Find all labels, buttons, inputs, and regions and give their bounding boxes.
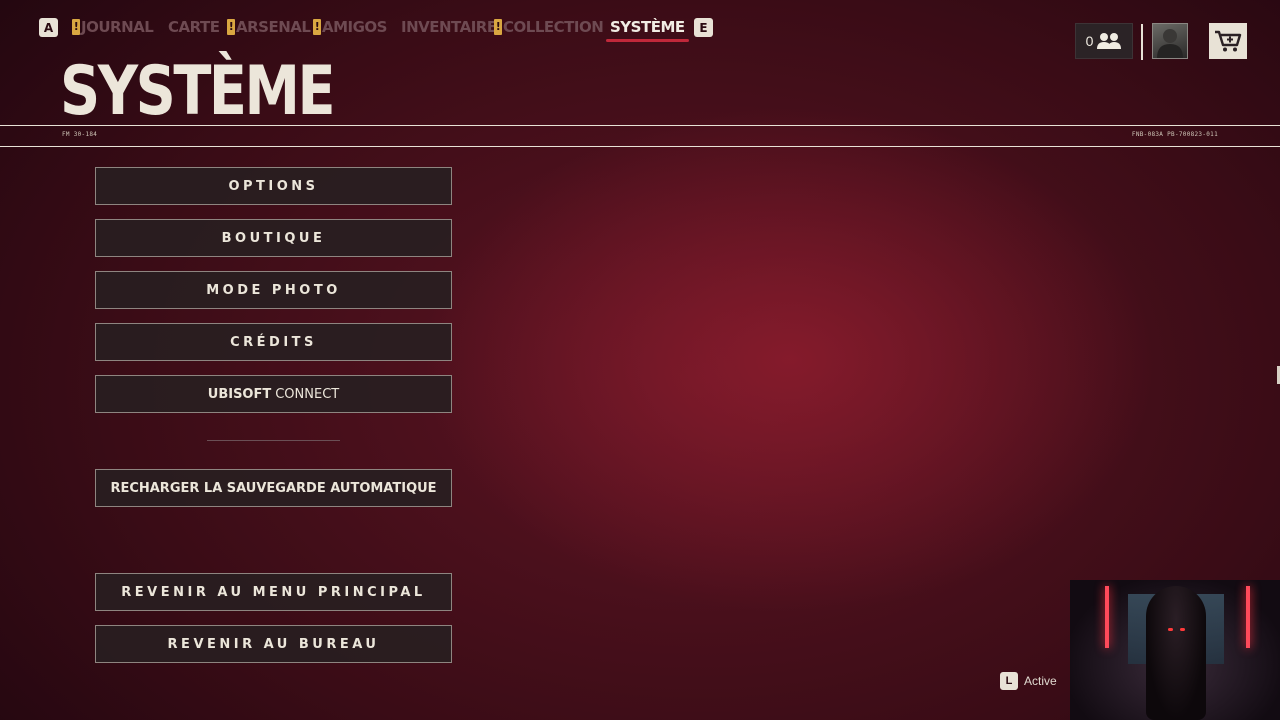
credits-button[interactable]: CRÉDITS (95, 323, 452, 361)
tab-carte[interactable]: CARTE (168, 16, 220, 38)
webcam-overlay (1070, 580, 1280, 720)
alert-badge: ! (494, 19, 502, 35)
store-cart-button[interactable] (1209, 23, 1247, 59)
page-title: SYSTÈME (60, 52, 336, 131)
boutique-button[interactable]: BOUTIQUE (95, 219, 452, 257)
activate-key: L (1000, 672, 1018, 690)
neon-light-left (1105, 586, 1109, 648)
alert-badge: ! (227, 19, 235, 35)
alert-badge: ! (72, 19, 80, 35)
reload-autosave-button[interactable]: RECHARGER LA SAUVEGARDE AUTOMATIQUE (95, 469, 452, 507)
people-icon (1097, 33, 1122, 49)
eye-left (1168, 628, 1173, 631)
menu-divider (207, 440, 340, 441)
doc-code-left: FM 30-184 (62, 131, 98, 138)
next-tab-key[interactable]: E (694, 18, 713, 37)
header-rule-top (0, 125, 1280, 126)
alert-badge: ! (313, 19, 321, 35)
activate-prompt[interactable]: L Active (1000, 670, 1057, 692)
tab-label: INVENTAIRE (401, 18, 497, 36)
photo-mode-button[interactable]: MODE PHOTO (95, 271, 452, 309)
tab-label: JOURNAL (81, 18, 154, 36)
friends-count: 0 (1085, 33, 1094, 49)
return-main-menu-button[interactable]: REVENIR AU MENU PRINCIPAL (95, 573, 452, 611)
cart-icon (1215, 30, 1242, 52)
tab-collection[interactable]: ! COLLECTION (494, 16, 604, 38)
friends-button[interactable]: 0 (1075, 23, 1133, 59)
tab-amigos[interactable]: ! AMIGOS (313, 16, 387, 38)
return-desktop-button[interactable]: REVENIR AU BUREAU (95, 625, 452, 663)
header-rule-bottom (0, 146, 1280, 147)
eye-right (1180, 628, 1185, 631)
tab-label: ARSENAL (236, 18, 311, 36)
tab-label: SYSTÈME (610, 18, 685, 36)
tab-label: CARTE (168, 18, 220, 36)
hooded-figure-image (1146, 586, 1206, 720)
tab-systeme[interactable]: SYSTÈME (606, 16, 689, 42)
doc-code-right: FNB-083A PB-700823-011 (1131, 131, 1218, 138)
activate-label: Active (1024, 674, 1057, 688)
ubisoft-brand-label: UBISOFT (207, 386, 272, 402)
avatar-icon (1157, 29, 1183, 58)
tab-label: COLLECTION (503, 18, 604, 36)
tab-journal[interactable]: ! JOURNAL (72, 16, 154, 38)
avatar[interactable] (1152, 23, 1188, 59)
tab-arsenal[interactable]: ! ARSENAL (227, 16, 311, 38)
header-divider (1141, 24, 1143, 60)
neon-light-right (1246, 586, 1250, 648)
tab-inventaire[interactable]: INVENTAIRE (401, 16, 497, 38)
tab-label: AMIGOS (322, 18, 387, 36)
options-button[interactable]: OPTIONS (95, 167, 452, 205)
connect-label: CONNECT (275, 386, 340, 402)
ubisoft-connect-button[interactable]: UBISOFT CONNECT (95, 375, 452, 413)
prev-tab-key[interactable]: A (39, 18, 58, 37)
